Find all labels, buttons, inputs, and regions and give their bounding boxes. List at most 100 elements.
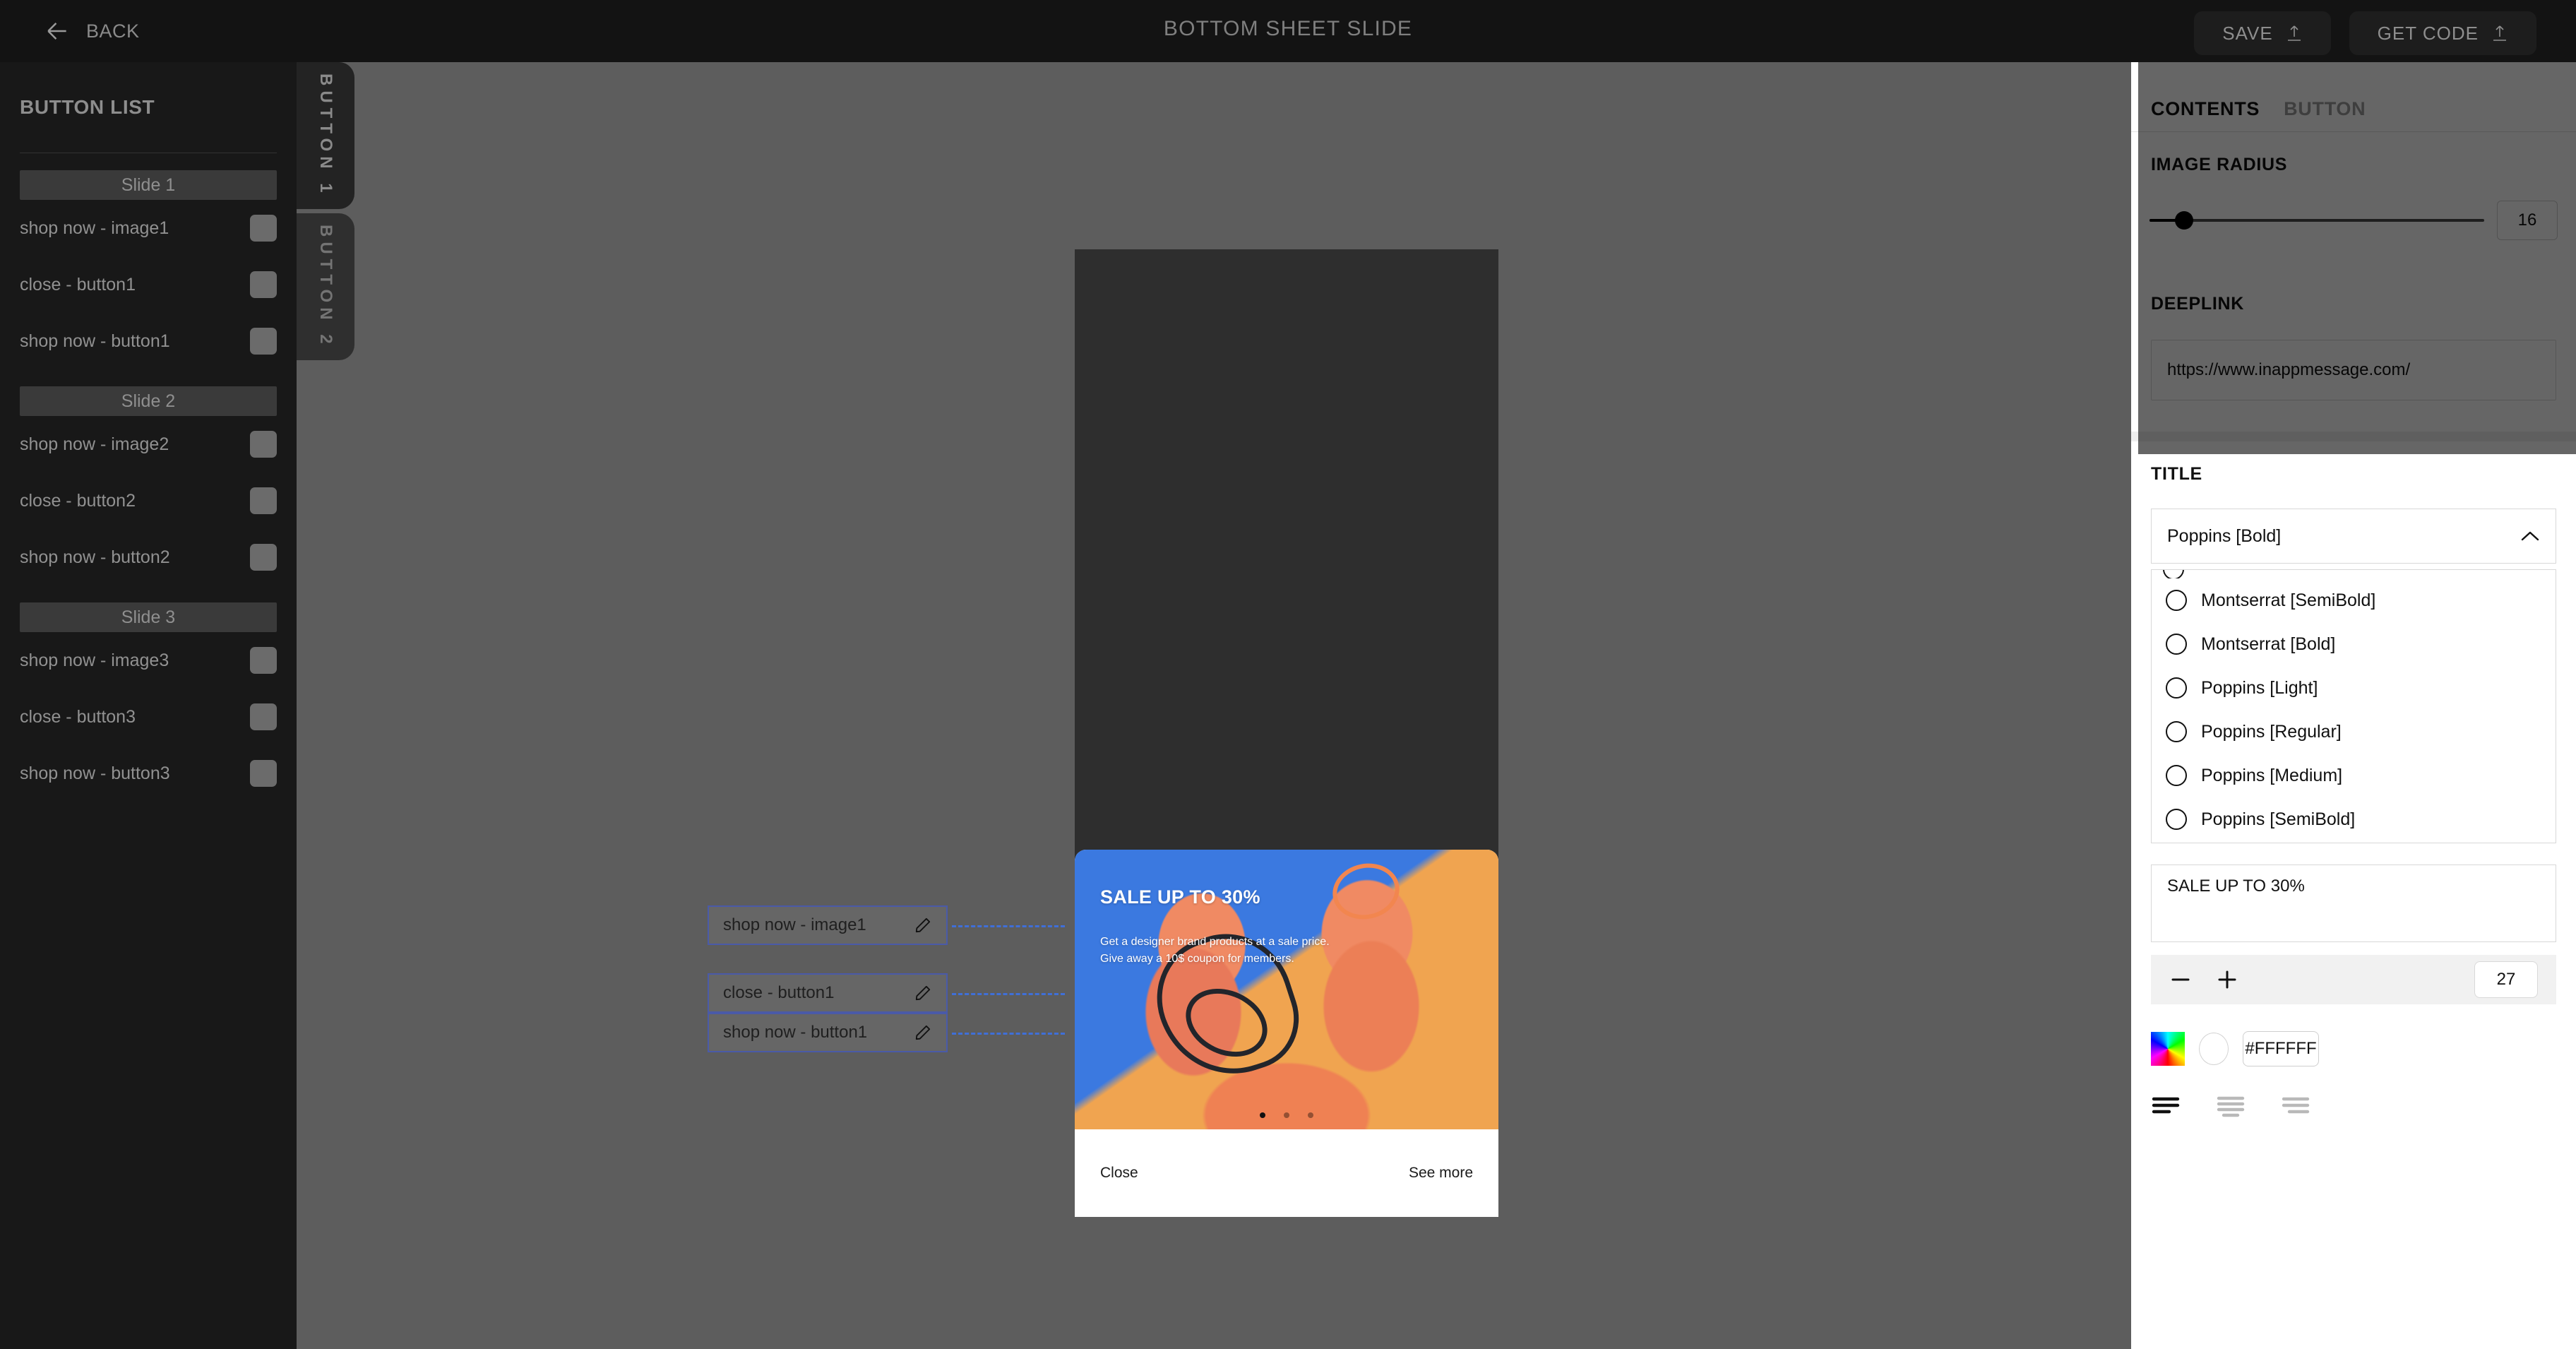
title-text-input[interactable]: SALE UP TO 30% bbox=[2151, 864, 2556, 942]
font-option-poppins-regular[interactable]: Poppins [Regular] bbox=[2152, 710, 2556, 754]
sidebar-item-close-button1[interactable]: close - button1 bbox=[20, 256, 277, 313]
font-option-montserrat-semibold[interactable]: Montserrat [SemiBold] bbox=[2152, 578, 2556, 622]
tab-button-1[interactable]: BUTTON 1 bbox=[297, 62, 354, 209]
bottom-sheet-title: SALE UP TO 30% bbox=[1100, 886, 1260, 908]
current-color-swatch[interactable] bbox=[2199, 1033, 2229, 1065]
font-option-poppins-medium[interactable]: Poppins [Medium] bbox=[2152, 754, 2556, 797]
image-radius-row: 16 bbox=[2131, 175, 2576, 240]
font-option-montserrat-bold[interactable]: Montserrat [Bold] bbox=[2152, 622, 2556, 666]
panel-tabs: CONTENTS BUTTON bbox=[2131, 62, 2576, 131]
sidebar-item-shop-now-image2[interactable]: shop now - image2 bbox=[20, 416, 277, 473]
text-align-row bbox=[2131, 1066, 2576, 1119]
radio-icon[interactable] bbox=[2166, 809, 2187, 830]
pencil-icon[interactable] bbox=[914, 984, 932, 1002]
font-size-value[interactable]: 27 bbox=[2474, 961, 2538, 998]
color-swatch[interactable] bbox=[250, 271, 277, 298]
list-item-label: shop now - button1 bbox=[20, 331, 170, 351]
sidebar-item-shop-now-button2[interactable]: shop now - button2 bbox=[20, 529, 277, 586]
list-item-label: shop now - image3 bbox=[20, 650, 169, 670]
tab-button-2[interactable]: BUTTON 2 bbox=[297, 213, 354, 360]
radio-icon[interactable] bbox=[2166, 634, 2187, 655]
sidebar-item-close-button2[interactable]: close - button2 bbox=[20, 473, 277, 529]
align-right-icon[interactable] bbox=[2281, 1095, 2310, 1119]
font-option-poppins-semibold[interactable]: Poppins [SemiBold] bbox=[2152, 797, 2556, 841]
radio-icon[interactable] bbox=[2166, 677, 2187, 699]
font-select-value: Poppins [Bold] bbox=[2167, 525, 2282, 546]
radio-icon[interactable] bbox=[2163, 570, 2184, 578]
get-code-button[interactable]: GET CODE bbox=[2349, 11, 2536, 55]
sidebar-item-shop-now-image3[interactable]: shop now - image3 bbox=[20, 632, 277, 689]
align-left-icon[interactable] bbox=[2151, 1095, 2181, 1119]
list-item-label: close - button1 bbox=[20, 274, 136, 295]
minus-icon[interactable] bbox=[2169, 968, 2192, 991]
list-item-label: shop now - image2 bbox=[20, 434, 169, 454]
annotation-label: shop now - image1 bbox=[723, 915, 866, 934]
carousel-dots bbox=[1075, 1112, 1498, 1118]
leader-line-button1 bbox=[952, 1033, 1065, 1035]
color-swatch[interactable] bbox=[250, 544, 277, 571]
carousel-dot-2[interactable] bbox=[1284, 1112, 1289, 1118]
sidebar-item-shop-now-button3[interactable]: shop now - button3 bbox=[20, 745, 277, 802]
font-option-label: Montserrat [Bold] bbox=[2201, 634, 2336, 654]
font-option-label: Poppins [Regular] bbox=[2201, 721, 2342, 742]
color-swatch[interactable] bbox=[250, 703, 277, 730]
preview-canvas: SALE UP TO 30% Get a designer brand prod… bbox=[354, 62, 2131, 1349]
image-radius-title: IMAGE RADIUS bbox=[2151, 155, 2288, 174]
slide-header-3[interactable]: Slide 3 bbox=[20, 602, 277, 632]
slider-thumb[interactable] bbox=[2175, 211, 2193, 230]
align-center-icon[interactable] bbox=[2216, 1095, 2246, 1119]
sidebar-item-close-button3[interactable]: close - button3 bbox=[20, 689, 277, 745]
save-button[interactable]: SAVE bbox=[2194, 11, 2331, 55]
color-swatch[interactable] bbox=[250, 487, 277, 514]
tab-button[interactable]: BUTTON bbox=[2284, 98, 2366, 120]
slider-track bbox=[2149, 219, 2484, 222]
pencil-icon[interactable] bbox=[914, 916, 932, 934]
color-swatch[interactable] bbox=[250, 760, 277, 787]
list-item-label: shop now - image1 bbox=[20, 218, 169, 238]
radio-icon[interactable] bbox=[2166, 765, 2187, 786]
annotation-close-button1[interactable]: close - button1 bbox=[708, 973, 948, 1013]
image-radius-slider[interactable] bbox=[2149, 211, 2484, 230]
deeplink-input[interactable]: https://www.inappmessage.com/ bbox=[2151, 340, 2556, 400]
color-hex-input[interactable]: #FFFFFF bbox=[2243, 1031, 2319, 1066]
font-option-poppins-light[interactable]: Poppins [Light] bbox=[2152, 666, 2556, 710]
sidebar-title: BUTTON LIST bbox=[20, 96, 155, 118]
close-button[interactable]: Close bbox=[1100, 1165, 1138, 1182]
color-swatch[interactable] bbox=[250, 215, 277, 242]
slide-header-2[interactable]: Slide 2 bbox=[20, 386, 277, 416]
annotation-shop-now-image1[interactable]: shop now - image1 bbox=[708, 905, 948, 945]
image-radius-value[interactable]: 16 bbox=[2497, 201, 2558, 240]
sidebar-item-shop-now-image1[interactable]: shop now - image1 bbox=[20, 200, 277, 256]
app-root: BACK BOTTOM SHEET SLIDE SAVE GET CODE BU… bbox=[0, 0, 2576, 1349]
carousel-dot-1[interactable] bbox=[1260, 1112, 1265, 1118]
color-swatch[interactable] bbox=[250, 431, 277, 458]
plus-icon[interactable] bbox=[2216, 968, 2238, 991]
tab-contents[interactable]: CONTENTS bbox=[2151, 98, 2260, 120]
font-option-label: Poppins [Light] bbox=[2201, 677, 2318, 698]
slide-header-1[interactable]: Slide 1 bbox=[20, 170, 277, 200]
sidebar-item-shop-now-button1[interactable]: shop now - button1 bbox=[20, 313, 277, 369]
annotation-shop-now-button1[interactable]: shop now - button1 bbox=[708, 1013, 948, 1052]
radio-icon[interactable] bbox=[2166, 590, 2187, 611]
color-swatch[interactable] bbox=[250, 647, 277, 674]
list-item-label: close - button2 bbox=[20, 490, 136, 511]
chevron-up-icon[interactable] bbox=[2520, 530, 2540, 542]
radio-icon[interactable] bbox=[2166, 721, 2187, 742]
get-code-label: GET CODE bbox=[2377, 22, 2479, 44]
font-options-list[interactable]: Montserrat [SemiBold] Montserrat [Bold] … bbox=[2151, 569, 2556, 843]
font-option-partial[interactable] bbox=[2152, 570, 2556, 578]
section-separator bbox=[2131, 432, 2576, 441]
bottom-sheet-actions: Close See more bbox=[1075, 1129, 1498, 1217]
color-wheel-icon[interactable] bbox=[2151, 1032, 2185, 1066]
pencil-icon[interactable] bbox=[914, 1023, 932, 1042]
page-title: BOTTOM SHEET SLIDE bbox=[1163, 17, 1413, 40]
carousel-dot-3[interactable] bbox=[1308, 1112, 1313, 1118]
font-option-poppins-bold[interactable]: Poppins [Bold] bbox=[2152, 841, 2556, 843]
vertical-tab-strip: BUTTON 1 BUTTON 2 bbox=[297, 62, 354, 360]
see-more-button[interactable]: See more bbox=[1409, 1165, 1473, 1182]
tab-button-2-label: BUTTON 2 bbox=[316, 225, 335, 349]
font-select-dropdown[interactable]: Poppins [Bold] bbox=[2151, 509, 2556, 564]
color-swatch[interactable] bbox=[250, 328, 277, 355]
upload-icon bbox=[2286, 24, 2303, 42]
leader-line-close1 bbox=[952, 993, 1065, 995]
